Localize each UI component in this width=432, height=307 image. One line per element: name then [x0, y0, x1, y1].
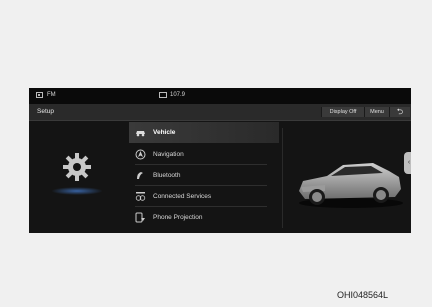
- setup-illustration: [29, 121, 129, 233]
- radio-icon: [36, 92, 43, 98]
- connected-services-icon: [135, 192, 146, 201]
- radio-frequency: 107.9: [170, 92, 186, 98]
- menu-item-label: Navigation: [153, 151, 184, 158]
- vehicle-illustration: [285, 121, 411, 233]
- gear-icon: [63, 153, 91, 181]
- menu-item-label: Phone Projection: [153, 214, 203, 221]
- page-title: Setup: [37, 108, 54, 115]
- radio-source: FM: [47, 92, 56, 98]
- figure-code: OHI048564L: [337, 290, 389, 300]
- side-panel-handle[interactable]: ‹: [404, 152, 411, 174]
- infotainment-screen: FM 107.9 Setup Display Off Menu ⮌ Vehicl…: [29, 88, 411, 233]
- gear-glow: [51, 187, 103, 195]
- car-image: [299, 163, 403, 208]
- menu-item-connected-services[interactable]: Connected Services: [129, 186, 279, 207]
- menu-item-vehicle[interactable]: Vehicle: [129, 122, 279, 143]
- vehicle-icon: [136, 131, 145, 137]
- back-button[interactable]: ⮌: [389, 107, 410, 117]
- menu-item-label: Bluetooth: [153, 172, 181, 179]
- frequency-icon: [159, 92, 167, 98]
- bluetooth-icon: [137, 172, 143, 179]
- menu-button[interactable]: Menu: [364, 107, 389, 117]
- setup-menu: Vehicle Navigation Bluetooth Connected S…: [129, 121, 279, 233]
- menu-item-phone-projection[interactable]: Phone Projection: [129, 207, 279, 228]
- menu-item-navigation[interactable]: Navigation: [129, 144, 279, 165]
- status-bar: FM 107.9: [29, 88, 411, 104]
- navigation-icon: [135, 149, 146, 160]
- menu-item-bluetooth[interactable]: Bluetooth: [129, 165, 279, 186]
- title-bar: Setup Display Off Menu ⮌: [29, 104, 411, 121]
- menu-item-label: Vehicle: [153, 129, 176, 136]
- menu-scrollbar[interactable]: [282, 128, 283, 228]
- back-icon: ⮌: [396, 107, 404, 116]
- menu-item-label: Connected Services: [153, 193, 212, 200]
- display-off-button[interactable]: Display Off: [321, 107, 364, 117]
- phone-projection-icon: [135, 212, 145, 223]
